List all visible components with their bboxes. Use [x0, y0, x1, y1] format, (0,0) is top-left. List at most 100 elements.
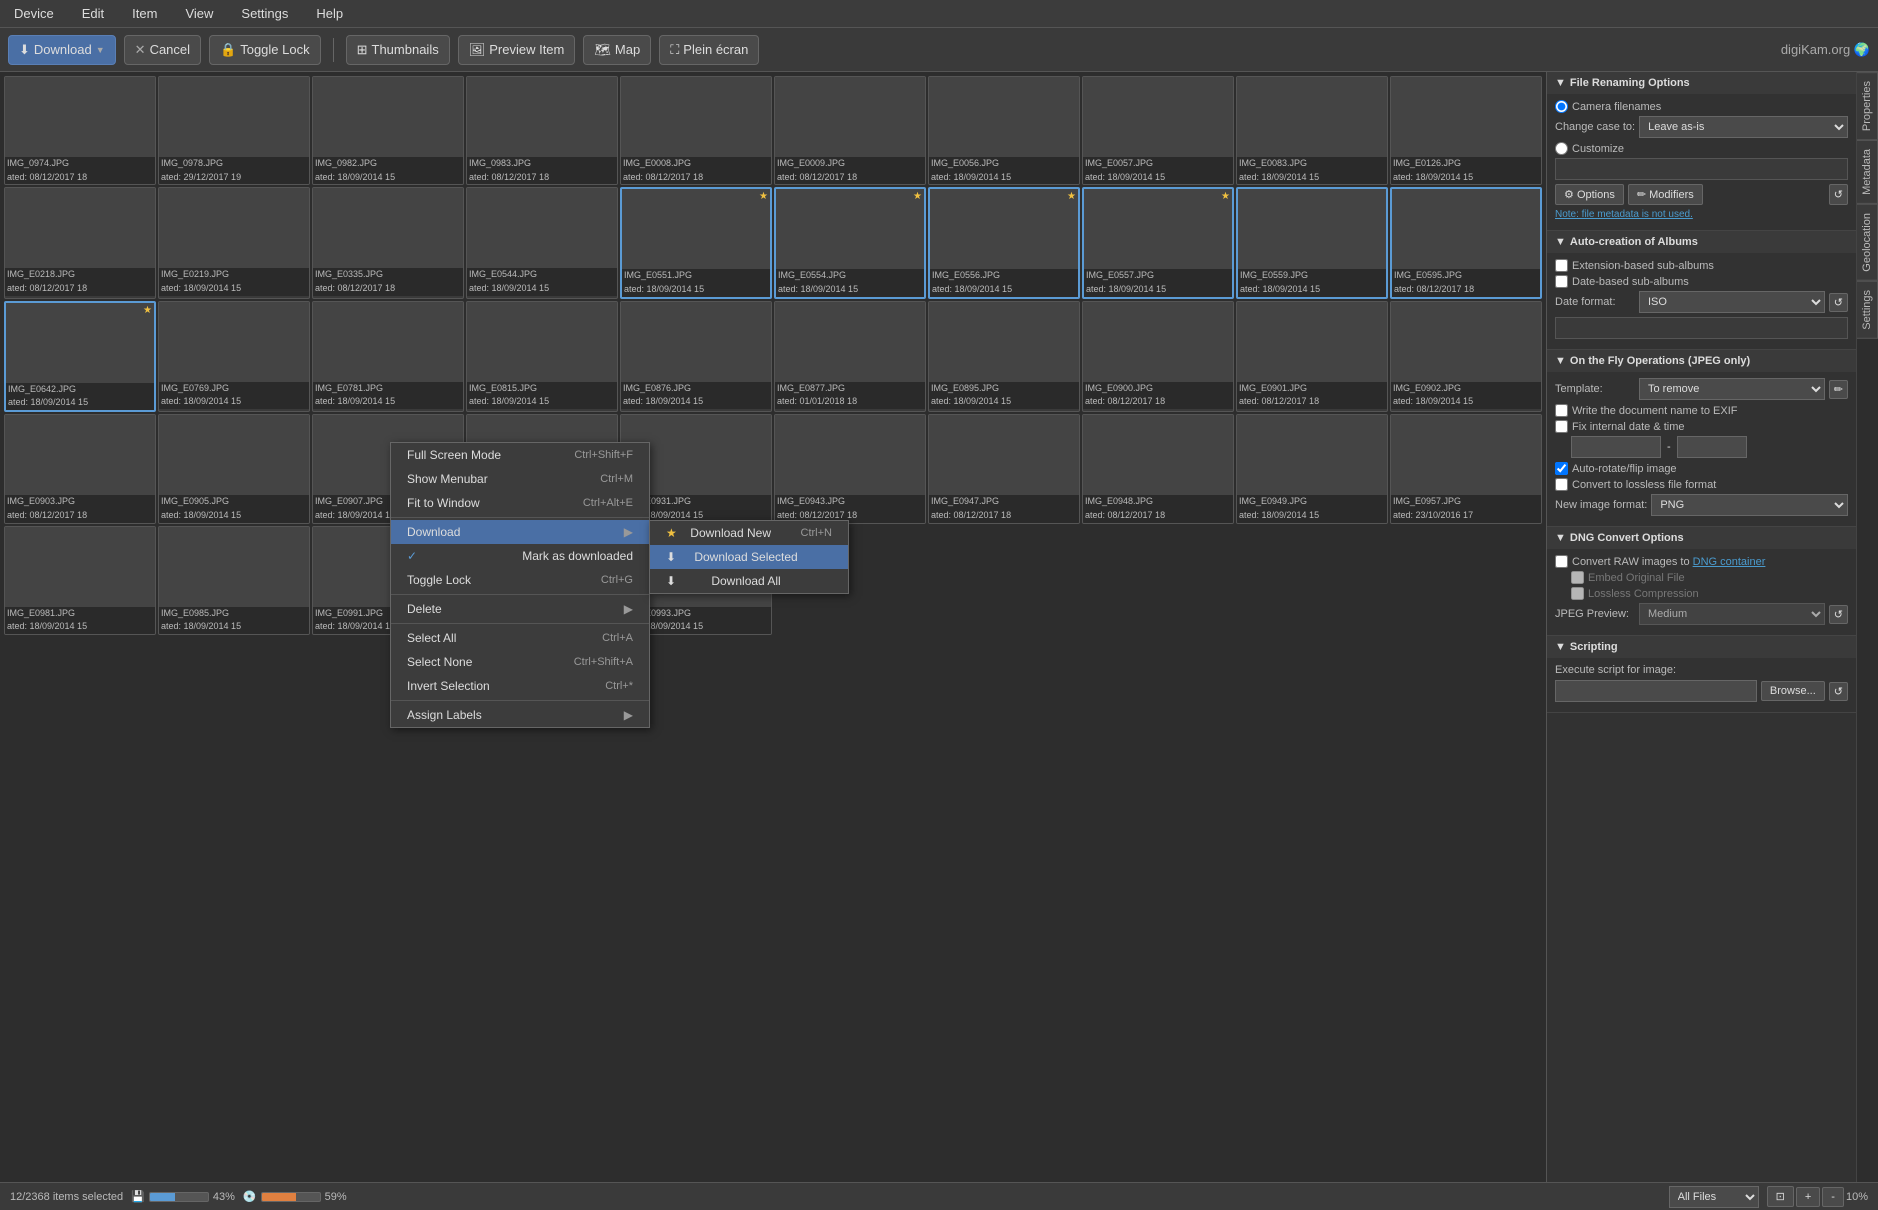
- ctx-select-none[interactable]: Select None Ctrl+Shift+A: [391, 650, 649, 674]
- browse-script-button[interactable]: Browse...: [1761, 681, 1825, 701]
- list-item[interactable]: IMG_E0902.JPGated: 18/09/2014 15: [1390, 301, 1542, 412]
- script-input[interactable]: No script selected: [1555, 680, 1757, 702]
- embed-original-checkbox[interactable]: [1571, 571, 1584, 584]
- dng-lossless-checkbox[interactable]: [1571, 587, 1584, 600]
- menu-settings[interactable]: Settings: [235, 4, 294, 23]
- list-item[interactable]: IMG_E0815.JPGated: 18/09/2014 15: [466, 301, 618, 412]
- ctx-fit-window[interactable]: Fit to Window Ctrl+Alt+E: [391, 491, 649, 515]
- section-on-fly-header[interactable]: ▼ On the Fly Operations (JPEG only): [1547, 350, 1856, 372]
- list-item[interactable]: IMG_E0900.JPGated: 08/12/2017 18: [1082, 301, 1234, 412]
- reset-jpeg-preview-button[interactable]: ↺: [1829, 605, 1848, 624]
- ctx-assign-labels[interactable]: Assign Labels ▶: [391, 703, 649, 727]
- date-field[interactable]: 14/01/2018: [1571, 436, 1661, 458]
- convert-raw-checkbox[interactable]: [1555, 555, 1568, 568]
- list-item[interactable]: IMG_E0903.JPGated: 08/12/2017 18: [4, 414, 156, 523]
- list-item[interactable]: IMG_E0781.JPGated: 18/09/2014 15: [312, 301, 464, 412]
- list-item[interactable]: IMG_E0895.JPGated: 18/09/2014 15: [928, 301, 1080, 412]
- plein-ecran-button[interactable]: ⛶ Plein écran: [659, 35, 759, 65]
- sub-download-new[interactable]: ★ Download New Ctrl+N: [650, 521, 848, 545]
- list-item[interactable]: IMG_E0876.JPGated: 18/09/2014 15: [620, 301, 772, 412]
- modifiers-button[interactable]: ✏ Modifiers: [1628, 184, 1703, 205]
- lossless-checkbox[interactable]: [1555, 478, 1568, 491]
- zoom-out-button[interactable]: -: [1822, 1187, 1844, 1207]
- section-auto-creation-header[interactable]: ▼ Auto-creation of Albums: [1547, 231, 1856, 253]
- list-item[interactable]: IMG_0982.JPGated: 18/09/2014 15: [312, 76, 464, 185]
- list-item[interactable]: IMG_0983.JPGated: 08/12/2017 18: [466, 76, 618, 185]
- list-item[interactable]: IMG_E0905.JPGated: 18/09/2014 15: [158, 414, 310, 523]
- map-button[interactable]: 🗺 Map: [583, 35, 651, 65]
- menu-view[interactable]: View: [179, 4, 219, 23]
- time-field[interactable]: 15:43:18: [1677, 436, 1747, 458]
- menu-edit[interactable]: Edit: [76, 4, 110, 23]
- ctx-fullscreen[interactable]: Full Screen Mode Ctrl+Shift+F: [391, 443, 649, 467]
- list-item[interactable]: IMG_E0901.JPGated: 08/12/2017 18: [1236, 301, 1388, 412]
- list-item[interactable]: IMG_E0595.JPGated: 08/12/2017 18: [1390, 187, 1542, 298]
- list-item[interactable]: ★IMG_E0642.JPGated: 18/09/2014 15: [4, 301, 156, 412]
- list-item[interactable]: IMG_E0981.JPGated: 18/09/2014 15: [4, 526, 156, 635]
- list-item[interactable]: IMG_E0335.JPGated: 08/12/2017 18: [312, 187, 464, 298]
- list-item[interactable]: IMG_E0947.JPGated: 08/12/2017 18: [928, 414, 1080, 523]
- ctx-delete[interactable]: Delete ▶: [391, 597, 649, 621]
- date-format-select[interactable]: ISO: [1639, 291, 1825, 313]
- write-doc-checkbox[interactable]: [1555, 404, 1568, 417]
- list-item[interactable]: IMG_E0769.JPGated: 18/09/2014 15: [158, 301, 310, 412]
- list-item[interactable]: IMG_E0949.JPGated: 18/09/2014 15: [1236, 414, 1388, 523]
- zoom-fit-button[interactable]: ⊡: [1767, 1186, 1794, 1207]
- list-item[interactable]: IMG_E0943.JPGated: 08/12/2017 18: [774, 414, 926, 523]
- list-item[interactable]: IMG_0974.JPGated: 08/12/2017 18: [4, 76, 156, 185]
- tab-geolocation[interactable]: Geolocation: [1857, 204, 1878, 281]
- list-item[interactable]: IMG_E0009.JPGated: 08/12/2017 18: [774, 76, 926, 185]
- section-file-renaming-header[interactable]: ▼ File Renaming Options: [1547, 72, 1856, 94]
- thumbnails-button[interactable]: ⊞ Thumbnails: [346, 35, 450, 65]
- zoom-in-button[interactable]: +: [1796, 1187, 1820, 1207]
- list-item[interactable]: IMG_E0877.JPGated: 01/01/2018 18: [774, 301, 926, 412]
- list-item[interactable]: IMG_E0219.JPGated: 18/09/2014 15: [158, 187, 310, 298]
- menu-item[interactable]: Item: [126, 4, 163, 23]
- list-item[interactable]: IMG_E0008.JPGated: 08/12/2017 18: [620, 76, 772, 185]
- ctx-toggle-lock[interactable]: Toggle Lock Ctrl+G: [391, 568, 649, 592]
- list-item[interactable]: ★IMG_E0554.JPGated: 18/09/2014 15: [774, 187, 926, 298]
- dng-container-link[interactable]: DNG container: [1693, 556, 1766, 568]
- cancel-button[interactable]: ✕ Cancel: [124, 35, 201, 65]
- edit-template-button[interactable]: ✏: [1829, 380, 1848, 399]
- list-item[interactable]: IMG_0978.JPGated: 29/12/2017 19: [158, 76, 310, 185]
- reset-script-button[interactable]: ↺: [1829, 682, 1848, 701]
- ctx-invert-selection[interactable]: Invert Selection Ctrl+*: [391, 674, 649, 698]
- sub-download-all[interactable]: ⬇ Download All: [650, 569, 848, 593]
- options-button[interactable]: ⚙ Options: [1555, 184, 1624, 205]
- preview-item-button[interactable]: 🖼 Preview Item: [458, 35, 576, 65]
- list-item[interactable]: IMG_E0559.JPGated: 18/09/2014 15: [1236, 187, 1388, 298]
- download-button[interactable]: ⬇ Download ▼: [8, 35, 116, 65]
- customize-radio[interactable]: [1555, 142, 1568, 155]
- jpeg-preview-select[interactable]: Medium: [1639, 603, 1825, 625]
- tab-metadata[interactable]: Metadata: [1857, 140, 1878, 204]
- list-item[interactable]: ★IMG_E0557.JPGated: 18/09/2014 15: [1082, 187, 1234, 298]
- list-item[interactable]: IMG_E0083.JPGated: 18/09/2014 15: [1236, 76, 1388, 185]
- list-item[interactable]: IMG_E0218.JPGated: 08/12/2017 18: [4, 187, 156, 298]
- camera-filenames-radio[interactable]: [1555, 100, 1568, 113]
- list-item[interactable]: IMG_E0948.JPGated: 08/12/2017 18: [1082, 414, 1234, 523]
- change-case-select[interactable]: Leave as-is: [1639, 116, 1848, 138]
- section-scripting-header[interactable]: ▼ Scripting: [1547, 636, 1856, 658]
- reset-renaming-button[interactable]: ↺: [1829, 184, 1848, 205]
- file-metadata-note[interactable]: Note: file metadata is not used.: [1555, 209, 1848, 220]
- sub-download-selected[interactable]: ⬇ Download Selected: [650, 545, 848, 569]
- list-item[interactable]: IMG_E0957.JPGated: 23/10/2016 17: [1390, 414, 1542, 523]
- auto-rotate-checkbox[interactable]: [1555, 462, 1568, 475]
- list-item[interactable]: IMG_E0985.JPGated: 18/09/2014 15: [158, 526, 310, 635]
- thumbnail-area[interactable]: IMG_0974.JPGated: 08/12/2017 18IMG_0978.…: [0, 72, 1546, 1182]
- list-item[interactable]: IMG_E0057.JPGated: 18/09/2014 15: [1082, 76, 1234, 185]
- new-format-select[interactable]: PNG: [1651, 494, 1848, 516]
- section-dng-header[interactable]: ▼ DNG Convert Options: [1547, 527, 1856, 549]
- template-select[interactable]: To remove: [1639, 378, 1825, 400]
- ctx-show-menubar[interactable]: Show Menubar Ctrl+M: [391, 467, 649, 491]
- date-sub-checkbox[interactable]: [1555, 275, 1568, 288]
- reset-date-format-button[interactable]: ↺: [1829, 293, 1848, 312]
- ctx-select-all[interactable]: Select All Ctrl+A: [391, 626, 649, 650]
- list-item[interactable]: ★IMG_E0551.JPGated: 18/09/2014 15: [620, 187, 772, 298]
- ext-sub-checkbox[interactable]: [1555, 259, 1568, 272]
- list-item[interactable]: IMG_E0544.JPGated: 18/09/2014 15: [466, 187, 618, 298]
- fix-date-checkbox[interactable]: [1555, 420, 1568, 433]
- menu-device[interactable]: Device: [8, 4, 60, 23]
- ctx-download[interactable]: Download ▶ ★ Download New Ctrl+N ⬇ Downl…: [391, 520, 649, 544]
